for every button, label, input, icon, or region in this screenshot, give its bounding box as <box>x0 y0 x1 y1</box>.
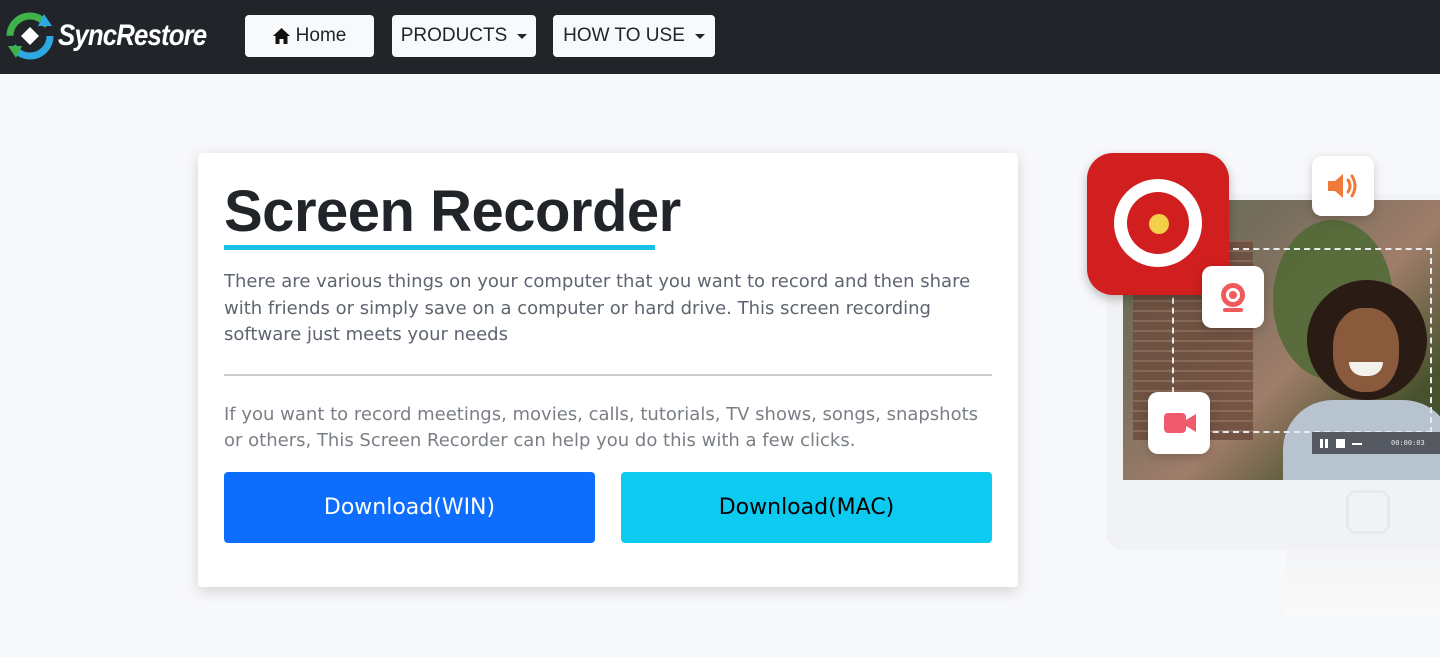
chevron-down-icon <box>517 33 528 39</box>
navbar: SyncRestore Home PRODUCTS HOW TO USE <box>0 0 1440 74</box>
pause-icon <box>1320 439 1328 448</box>
webcam-card <box>1202 266 1264 328</box>
nav-how-to-use-label: HOW TO USE <box>563 25 685 46</box>
title-underline <box>224 245 655 250</box>
brand-name: SyncRestore <box>58 19 207 52</box>
product-description: There are various things on your compute… <box>224 271 971 345</box>
sync-logo-icon <box>6 12 56 60</box>
nav-products-label: PRODUCTS <box>400 25 508 46</box>
download-win-button[interactable]: Download(WIN) <box>224 472 595 543</box>
stop-icon <box>1336 439 1345 448</box>
divider <box>224 374 992 376</box>
chevron-down-icon <box>694 33 705 39</box>
download-mac-button[interactable]: Download(MAC) <box>621 472 992 543</box>
nav-products-dropdown[interactable]: PRODUCTS <box>392 15 536 57</box>
hero-illustration: 00:00:03 <box>1080 150 1440 620</box>
webcam-icon <box>1221 283 1245 312</box>
speaker-icon <box>1328 174 1357 198</box>
monitor-logo-icon <box>1346 490 1390 534</box>
nav-home-label: Home <box>295 25 347 46</box>
player-time: 00:00:03 <box>1391 439 1425 447</box>
page-title: Screen Recorder <box>224 179 681 244</box>
speaker-card <box>1312 156 1374 216</box>
product-card: Screen Recorder There are various things… <box>198 153 1018 587</box>
nav-home-button[interactable]: Home <box>245 15 374 57</box>
camera-card <box>1148 392 1210 454</box>
home-icon <box>272 28 290 44</box>
brand-logo[interactable]: SyncRestore <box>6 12 230 60</box>
monitor-stand <box>1286 548 1440 616</box>
nav-how-to-use-dropdown[interactable]: HOW TO USE <box>553 15 715 57</box>
video-camera-icon <box>1164 413 1196 433</box>
minimize-icon <box>1352 443 1362 445</box>
product-usage-text: If you want to record meetings, movies, … <box>224 404 979 451</box>
